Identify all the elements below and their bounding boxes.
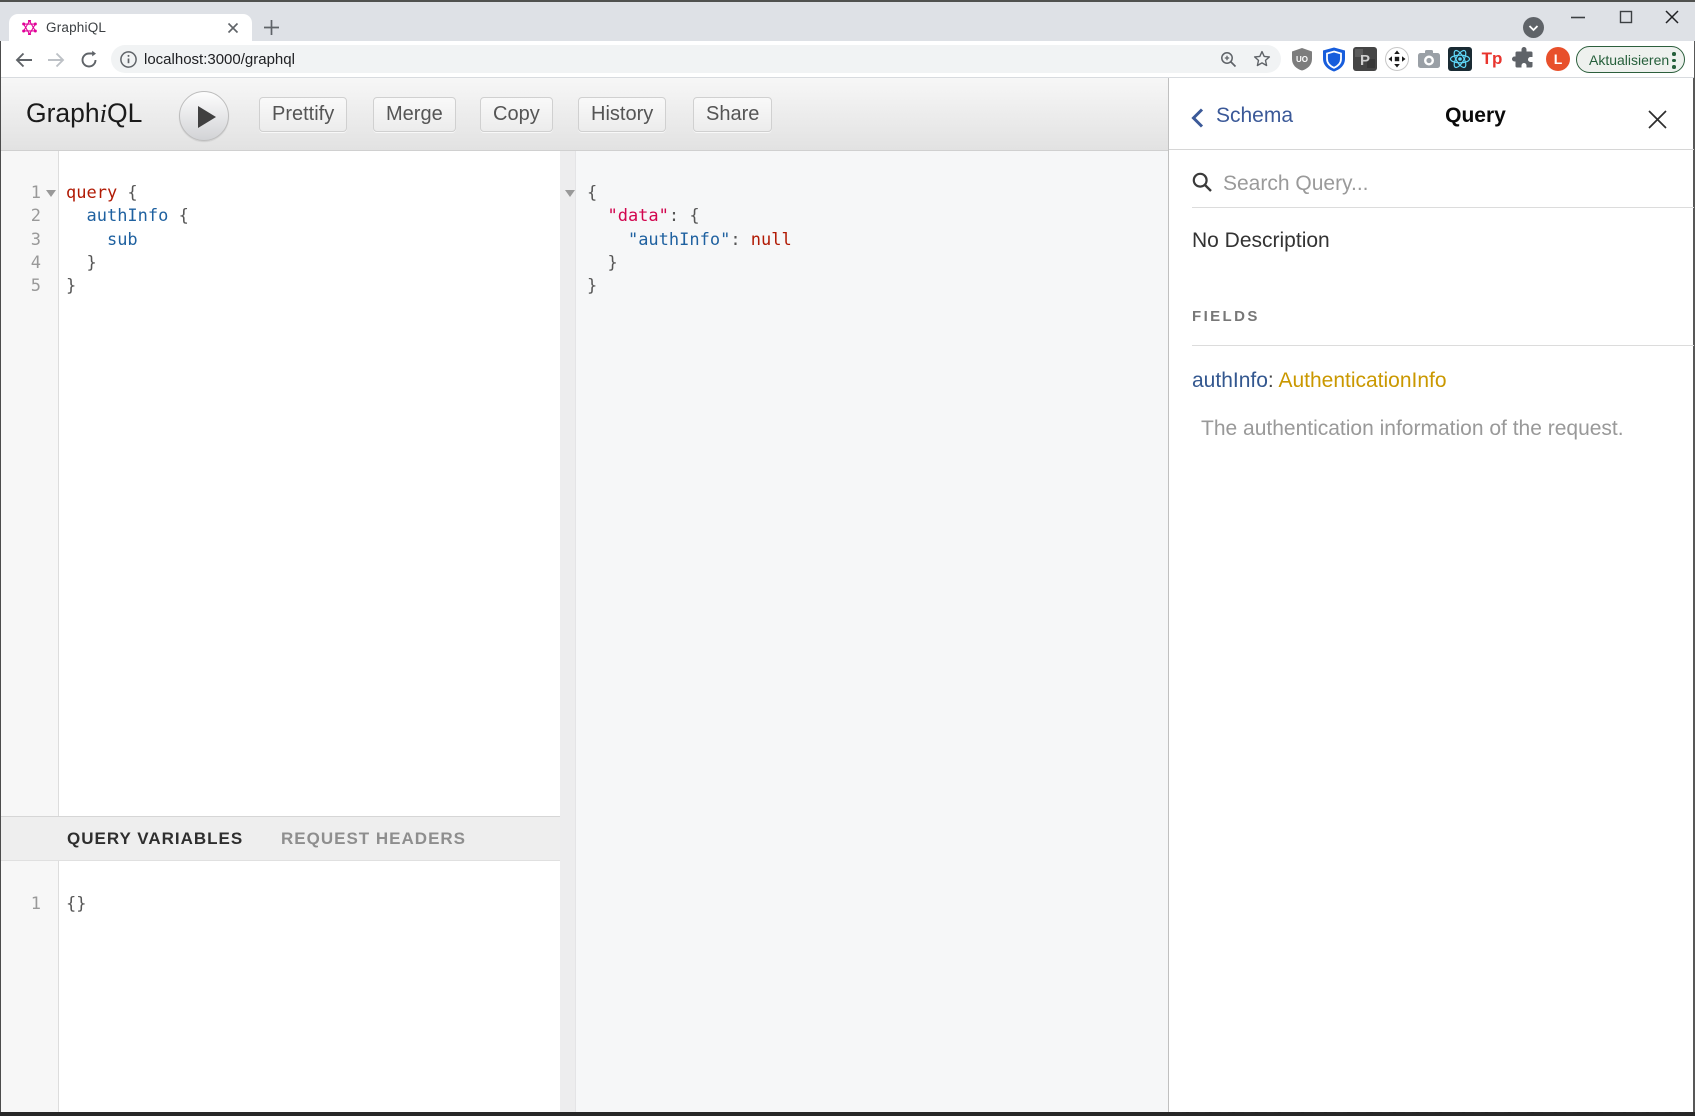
doc-explorer-panel: Query Schema No Description FIELDS authI… — [1168, 78, 1693, 1112]
browser-toolbar: localhost:3000/graphql UO P — [1, 41, 1694, 78]
new-tab-button[interactable] — [263, 19, 280, 36]
update-chrome-button[interactable]: Aktualisieren — [1576, 46, 1685, 73]
address-bar[interactable]: localhost:3000/graphql — [111, 45, 1281, 73]
doc-back-label: Schema — [1216, 104, 1293, 128]
variables-editor-gutter: 1 — [1, 862, 59, 1112]
divider — [1192, 345, 1694, 346]
bitwarden-extension-icon[interactable] — [1321, 46, 1347, 72]
fold-arrow-icon[interactable] — [565, 190, 575, 197]
zoom-icon[interactable] — [1220, 51, 1237, 68]
graphiql-topbar: GraphiQL Prettify Merge Copy History Sha… — [1, 78, 1168, 151]
history-button[interactable]: History — [578, 97, 666, 132]
share-button[interactable]: Share — [693, 97, 772, 132]
line-number: 4 — [1, 252, 41, 275]
prettify-button[interactable]: Prettify — [259, 97, 347, 132]
camera-extension-icon[interactable] — [1416, 46, 1442, 72]
browser-menu-icon[interactable] — [1672, 52, 1676, 69]
copy-button[interactable]: Copy — [480, 97, 553, 132]
p-extension-icon[interactable]: P — [1352, 46, 1378, 72]
search-icon — [1192, 172, 1213, 193]
tab-query-variables[interactable]: QUERY VARIABLES — [67, 829, 243, 849]
reload-icon[interactable] — [79, 50, 99, 70]
forward-icon[interactable] — [46, 50, 66, 70]
line-number: 1 — [1, 893, 41, 916]
fold-arrow-icon[interactable] — [46, 190, 56, 197]
tab-search-icon[interactable] — [1523, 17, 1544, 38]
field-name-link[interactable]: authInfo — [1192, 369, 1268, 392]
window-minimize-button[interactable] — [1564, 8, 1592, 26]
react-devtools-extension-icon[interactable] — [1447, 46, 1473, 72]
graphql-favicon — [22, 20, 37, 35]
line-number: 1 — [1, 182, 41, 205]
url-text[interactable]: localhost:3000/graphql — [144, 51, 295, 68]
field-item: authInfo: AuthenticationInfo — [1192, 369, 1447, 393]
chevron-left-icon — [1191, 108, 1204, 128]
doc-close-icon[interactable] — [1647, 109, 1668, 130]
tab-title: GraphiQL — [46, 20, 196, 35]
field-description: The authentication information of the re… — [1201, 417, 1624, 441]
profile-avatar[interactable]: L — [1546, 47, 1570, 71]
back-icon[interactable] — [14, 50, 34, 70]
tab-request-headers[interactable]: REQUEST HEADERS — [281, 829, 466, 849]
field-type-link[interactable]: AuthenticationInfo — [1278, 369, 1446, 392]
ublock-extension-icon[interactable]: UO — [1289, 46, 1315, 72]
update-chrome-label: Aktualisieren — [1589, 52, 1669, 68]
query-variables-editor[interactable]: 1 {} — [1, 862, 560, 1112]
graphiql-logo: GraphiQL — [26, 98, 142, 129]
type-description: No Description — [1192, 229, 1330, 253]
secondary-editor-title-bar: QUERY VARIABLES REQUEST HEADERS — [1, 816, 560, 861]
svg-text:P: P — [1360, 52, 1370, 69]
play-icon — [198, 106, 216, 128]
extensions-puzzle-icon[interactable] — [1511, 46, 1537, 72]
query-code[interactable]: query { authInfo { sub }} — [66, 182, 189, 298]
fields-section-label: FIELDS — [1192, 308, 1260, 325]
result-viewer: { "data": { "authInfo": null }} — [560, 151, 1168, 1112]
result-fold-gutter — [560, 151, 576, 1112]
window-close-button[interactable] — [1658, 8, 1686, 26]
divider — [1192, 207, 1694, 208]
line-number: 3 — [1, 229, 41, 252]
execute-query-button[interactable] — [179, 91, 229, 141]
doc-search-input[interactable] — [1223, 172, 1663, 196]
line-number: 5 — [1, 275, 41, 298]
doc-explorer-header: Query Schema — [1169, 78, 1694, 150]
tp-extension-icon[interactable]: Tp — [1479, 46, 1505, 72]
result-code: { "data": { "authInfo": null }} — [587, 182, 792, 298]
doc-search-row — [1169, 150, 1694, 208]
tab-close-icon[interactable] — [225, 20, 241, 36]
merge-button[interactable]: Merge — [373, 97, 456, 132]
svg-text:UO: UO — [1296, 55, 1308, 64]
browser-tab-strip: GraphiQL — [0, 2, 1695, 41]
window-maximize-button[interactable] — [1612, 8, 1640, 26]
bookmark-star-icon[interactable] — [1253, 50, 1271, 68]
move-extension-icon[interactable] — [1384, 46, 1410, 72]
line-number: 2 — [1, 205, 41, 228]
site-info-icon[interactable] — [120, 51, 137, 68]
variables-code[interactable]: {} — [66, 893, 86, 916]
browser-tab[interactable]: GraphiQL — [9, 14, 252, 43]
